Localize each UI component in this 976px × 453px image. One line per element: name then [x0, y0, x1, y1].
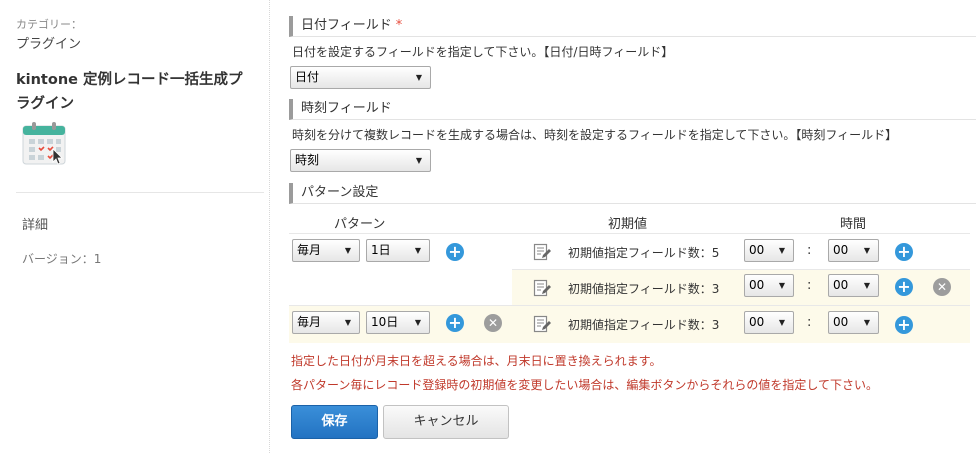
row-divider [512, 269, 970, 270]
frequency-select-value: 毎月 [297, 243, 322, 257]
initial-column-header: 初期値 [608, 217, 648, 232]
hour-select[interactable]: 00 ▼ [744, 311, 794, 334]
triangle-down-icon: ▼ [344, 246, 351, 255]
time-field-description: 時刻を分けて複数レコードを生成する場合は、時刻を設定するフィールドを指定して下さ… [292, 128, 898, 142]
initial-field-count: 初期値指定フィールド数：3 [568, 318, 720, 332]
triangle-down-icon: ▼ [415, 73, 422, 82]
time-field-select[interactable]: 時刻 ▼ [290, 149, 431, 172]
add-pattern-button[interactable]: + [446, 243, 464, 261]
day-select-value: 10日 [371, 315, 399, 329]
plugin-info-sidebar: カテゴリー： プラグイン kintone 定例レコード一括生成プラグイン 詳細 … [0, 0, 270, 453]
triangle-down-icon: ▼ [414, 318, 421, 327]
triangle-down-icon: ▼ [863, 318, 870, 327]
triangle-down-icon: ▼ [863, 246, 870, 255]
time-field-select-value: 時刻 [295, 153, 320, 167]
remove-time-button[interactable]: ✕ [933, 278, 951, 296]
required-mark: * [395, 18, 403, 33]
date-field-select[interactable]: 日付 ▼ [290, 66, 431, 89]
minute-select-value: 00 [833, 243, 849, 257]
calendar-icon [21, 121, 67, 170]
category-value: プラグイン [16, 37, 82, 52]
hour-select[interactable]: 00 ▼ [744, 239, 794, 262]
day-select[interactable]: 1日 ▼ [366, 239, 430, 262]
time-field-title: 時刻フィールド [301, 101, 392, 116]
date-field-title: 日付フィールド [301, 18, 392, 33]
edit-note-icon[interactable] [533, 243, 551, 261]
time-separator: : [807, 243, 812, 258]
plugin-name: kintone 定例レコード一括生成プラグイン [16, 72, 243, 112]
add-pattern-button[interactable]: + [446, 314, 464, 332]
edit-note-icon[interactable] [533, 315, 551, 333]
hour-select-value: 00 [749, 315, 765, 329]
pattern-heading: パターン設定 [289, 183, 976, 204]
date-field-heading: 日付フィールド * [289, 16, 976, 37]
date-field-select-value: 日付 [295, 70, 320, 84]
triangle-down-icon: ▼ [414, 246, 421, 255]
initial-field-count: 初期値指定フィールド数：5 [568, 246, 720, 260]
note-initial-values: 各パターン毎にレコード登録時の初期値を変更したい場合は、編集ボタンからそれらの値… [291, 378, 879, 392]
sidebar-divider [16, 192, 264, 193]
time-separator: : [807, 278, 812, 293]
note-month-end: 指定した日付が月末日を超える場合は、月末日に置き換えられます。 [291, 354, 662, 368]
detail-label: 詳細 [22, 218, 49, 233]
triangle-down-icon: ▼ [415, 156, 422, 165]
frequency-select-value: 毎月 [297, 315, 322, 329]
triangle-down-icon: ▼ [778, 246, 785, 255]
minute-select-value: 00 [833, 278, 849, 292]
add-time-button[interactable]: + [895, 316, 913, 334]
frequency-select[interactable]: 毎月 ▼ [292, 311, 360, 334]
version-label: バージョン：1 [22, 252, 102, 266]
hour-select-value: 00 [749, 278, 765, 292]
row-divider [289, 233, 970, 234]
day-select-value: 1日 [371, 243, 391, 257]
time-column-header: 時間 [840, 217, 867, 232]
triangle-down-icon: ▼ [863, 281, 870, 290]
pattern-column-header: パターン [334, 217, 386, 232]
cancel-button[interactable]: キャンセル [383, 405, 509, 439]
time-field-heading: 時刻フィールド [289, 99, 976, 120]
add-time-button[interactable]: + [895, 278, 913, 296]
triangle-down-icon: ▼ [344, 318, 351, 327]
add-time-button[interactable]: + [895, 243, 913, 261]
time-separator: : [807, 315, 812, 330]
minute-select[interactable]: 00 ▼ [828, 311, 879, 334]
date-field-description: 日付を設定するフィールドを指定して下さい。【日付/日時フィールド】 [292, 45, 674, 59]
minute-select-value: 00 [833, 315, 849, 329]
pattern-title: パターン設定 [301, 185, 379, 200]
row-divider [289, 305, 970, 306]
triangle-down-icon: ▼ [778, 281, 785, 290]
frequency-select[interactable]: 毎月 ▼ [292, 239, 360, 262]
hour-select-value: 00 [749, 243, 765, 257]
category-label: カテゴリー： [16, 18, 82, 31]
save-button[interactable]: 保存 [291, 405, 378, 439]
triangle-down-icon: ▼ [778, 318, 785, 327]
edit-note-icon[interactable] [533, 279, 551, 297]
minute-select[interactable]: 00 ▼ [828, 274, 879, 297]
initial-field-count: 初期値指定フィールド数：3 [568, 282, 720, 296]
day-select[interactable]: 10日 ▼ [366, 311, 430, 334]
hour-select[interactable]: 00 ▼ [744, 274, 794, 297]
remove-pattern-button[interactable]: ✕ [484, 314, 502, 332]
minute-select[interactable]: 00 ▼ [828, 239, 879, 262]
